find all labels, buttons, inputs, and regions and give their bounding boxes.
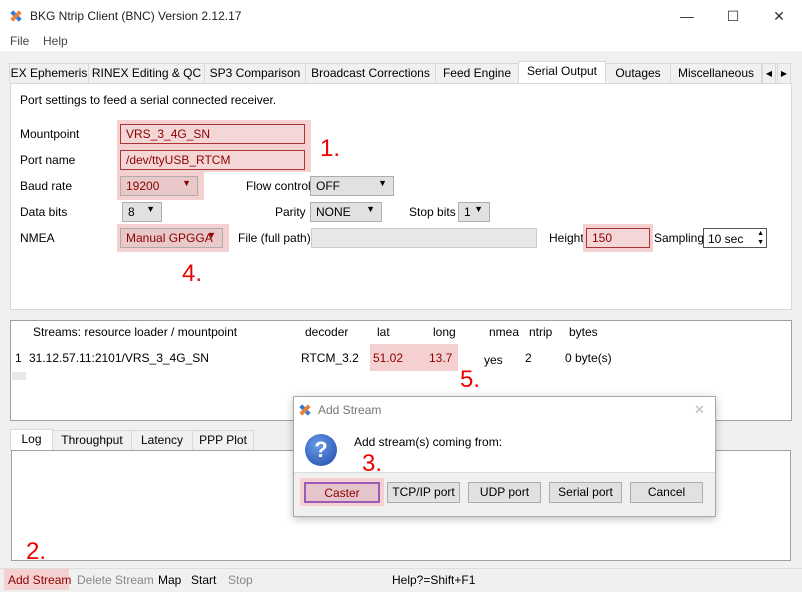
tab-ex-ephemeris[interactable]: EX Ephemeris [9,63,89,83]
caster-button[interactable]: Caster [304,482,380,503]
close-button[interactable]: ✕ [756,4,802,28]
parity-value: NONE [316,205,351,219]
stream-bytes: 0 byte(s) [565,351,612,365]
file-path-label: File (full path) [238,231,311,245]
udp-port-button[interactable]: UDP port [468,482,541,503]
menu-file[interactable]: File [10,34,29,48]
annotation-2: 2. [26,538,47,565]
tab-ppp-plot[interactable]: PPP Plot [192,430,254,450]
nmea-value: Manual GPGGA [126,231,213,245]
row-header-corner [12,372,26,380]
menu-help[interactable]: Help [43,34,68,48]
col-long[interactable]: long [433,325,456,339]
tab-outages[interactable]: Outages [605,63,671,83]
sampling-label: Sampling [654,231,705,245]
col-ntrip[interactable]: ntrip [529,325,552,339]
baud-rate-select[interactable]: 19200 ▼ [120,176,198,196]
chevron-down-icon: ▼ [474,204,483,214]
minimize-button[interactable]: — [664,4,710,28]
question-icon: ? [305,434,337,466]
nmea-label: NMEA [20,231,55,245]
tab-throughput[interactable]: Throughput [52,430,132,450]
baud-rate-label: Baud rate [20,179,73,193]
app-icon [299,404,311,416]
parity-select[interactable]: NONE ▼ [310,202,382,222]
stop-bits-select[interactable]: 1 ▼ [458,202,490,222]
chevron-down-icon: ▼ [378,178,387,188]
tcpip-port-button[interactable]: TCP/IP port [387,482,460,503]
chevron-down-icon: ▼ [366,204,375,214]
stream-long: 13.7 [429,351,453,365]
add-stream-button[interactable]: Add Stream [8,573,71,587]
col-mountpoint[interactable]: Streams: resource loader / mountpoint [33,325,237,339]
data-bits-value: 8 [128,205,135,219]
maximize-button[interactable]: ☐ [710,4,756,28]
tab-latency[interactable]: Latency [131,430,193,450]
tab-scroll-left[interactable]: ◀ [762,63,776,83]
spin-arrows-icon[interactable]: ▲ ▼ [757,229,764,247]
col-nmea[interactable]: nmea [489,325,519,339]
stream-nmea: yes [484,353,503,367]
flow-control-value: OFF [316,179,340,193]
baud-rate-value: 19200 [126,179,160,193]
tab-log[interactable]: Log [10,429,53,451]
serial-port-button[interactable]: Serial port [549,482,622,503]
stream-decoder: RTCM_3.2 [301,351,359,365]
dialog-message: Add stream(s) coming from: [354,435,503,449]
stop-bits-label: Stop bits [409,205,456,219]
annotation-5: 5. [460,366,481,393]
tab-miscellaneous[interactable]: Miscellaneous [670,63,762,83]
port-name-label: Port name [20,153,76,167]
cancel-button[interactable]: Cancel [630,482,703,503]
chevron-down-icon: ▼ [146,204,155,214]
tab-scroll-right[interactable]: ▶ [777,63,791,83]
dialog-close-button[interactable]: ✕ [694,402,705,418]
delete-stream-button[interactable]: Delete Stream [77,573,154,587]
stream-ntrip: 2 [525,351,532,365]
tab-feed-engine[interactable]: Feed Engine [435,63,519,83]
chevron-down-icon: ▼ [207,230,216,240]
start-button[interactable]: Start [191,573,216,587]
menu-bar [0,31,802,51]
sampling-value: 10 sec [708,232,744,246]
window-title: BKG Ntrip Client (BNC) Version 2.12.17 [30,9,242,23]
sampling-spinbox[interactable]: 10 sec ▲ ▼ [703,228,767,248]
col-lat[interactable]: lat [377,325,390,339]
stop-button[interactable]: Stop [228,573,253,587]
serial-description: Port settings to feed a serial connected… [20,93,277,107]
data-bits-select[interactable]: 8 ▼ [122,202,162,222]
annotation-4: 4. [182,260,203,287]
data-bits-label: Data bits [20,205,68,219]
nmea-select[interactable]: Manual GPGGA ▼ [120,228,223,248]
chevron-down-icon: ▼ [182,178,191,188]
flow-control-select[interactable]: OFF ▼ [310,176,394,196]
parity-label: Parity [275,205,306,219]
height-label: Height [549,231,584,245]
file-path-input[interactable] [311,228,537,248]
flow-control-label: Flow control [246,179,311,193]
stop-bits-value: 1 [464,205,471,219]
col-bytes[interactable]: bytes [569,325,598,339]
port-name-input[interactable]: /dev/ttyUSB_RTCM [120,150,305,170]
stream-mountpoint[interactable]: 31.12.57.11:2101/VRS_3_4G_SN [29,351,209,365]
row-index: 1 [15,351,22,365]
app-icon [10,10,22,22]
help-hint: Help?=Shift+F1 [392,573,476,587]
dialog-title: Add Stream [318,403,382,417]
height-input[interactable]: 150 [586,228,650,248]
stream-lat: 51.02 [373,351,404,365]
annotation-1: 1. [320,135,341,162]
mountpoint-input[interactable]: VRS_3_4G_SN [120,124,305,144]
col-decoder[interactable]: decoder [305,325,348,339]
mountpoint-label: Mountpoint [20,127,80,141]
tab-broadcast-corrections[interactable]: Broadcast Corrections [305,63,436,83]
tab-serial-output[interactable]: Serial Output [518,61,606,84]
tab-sp3-comparison[interactable]: SP3 Comparison [204,63,306,83]
map-button[interactable]: Map [158,573,181,587]
tab-rinex-editing[interactable]: RINEX Editing & QC [88,63,205,83]
